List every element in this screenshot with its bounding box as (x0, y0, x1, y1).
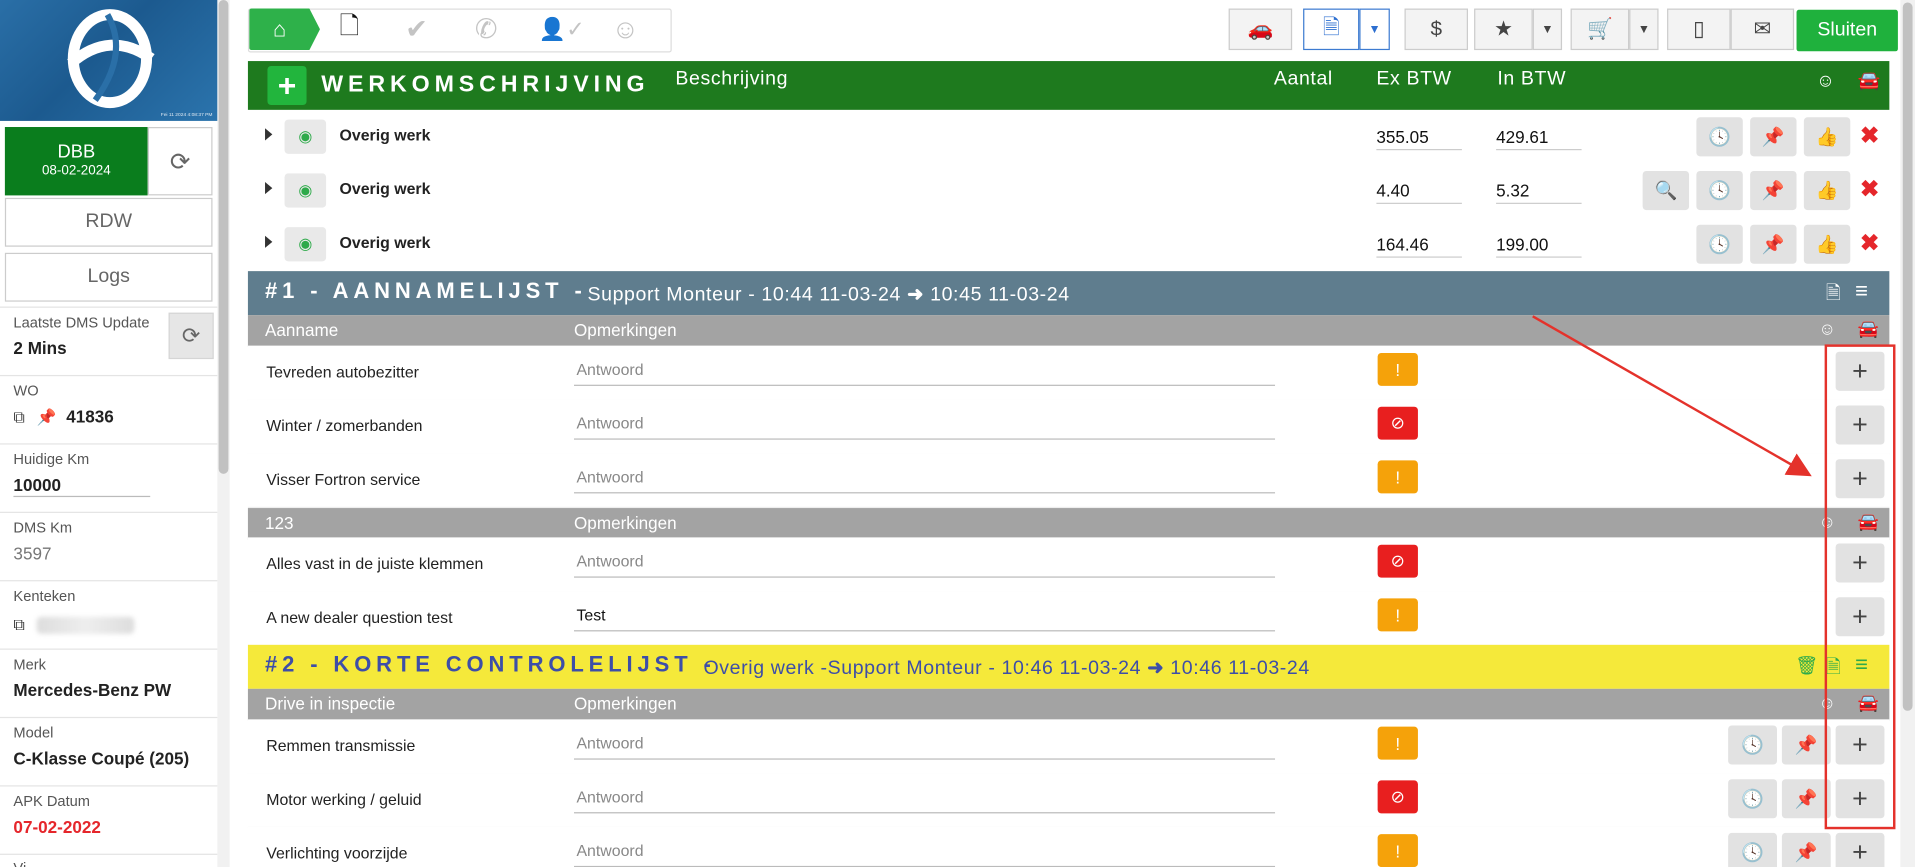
annotation-arrow (1532, 315, 1812, 477)
annotation-highlight-box (1824, 344, 1896, 830)
main-scrollbar[interactable] (1900, 0, 1915, 867)
